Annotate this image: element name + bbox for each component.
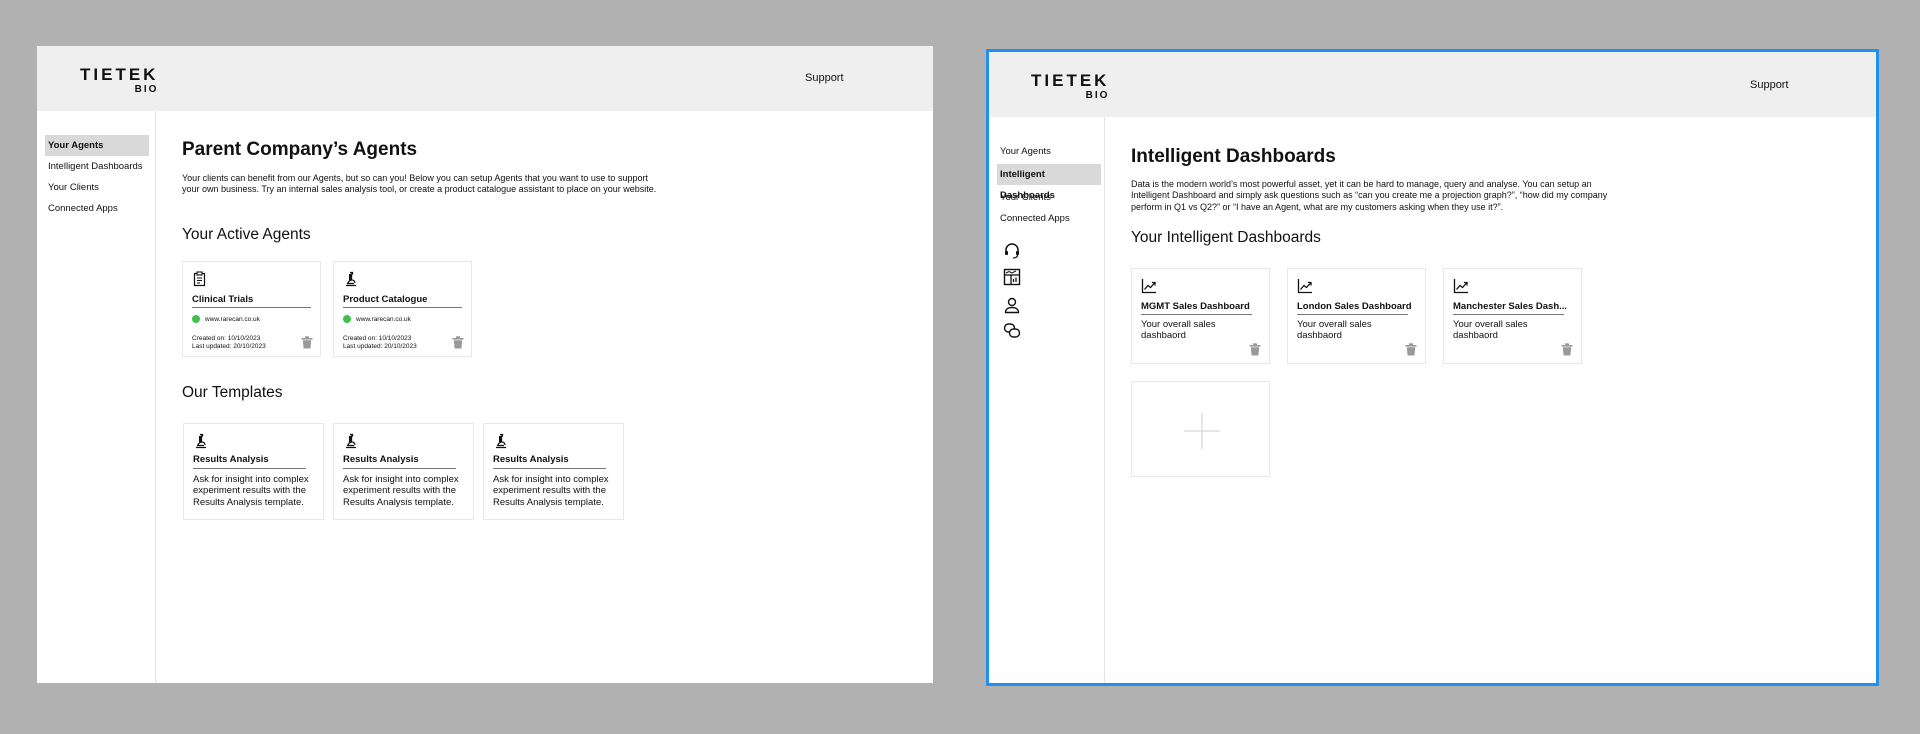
microscope-icon: [346, 271, 356, 287]
templates-heading: Our Templates: [182, 384, 283, 401]
sidebar-item-your-clients[interactable]: Your Clients: [997, 187, 1101, 208]
status-dot: [343, 315, 351, 323]
logo-wordmark: TIETEK: [80, 65, 159, 84]
active-agents-heading: Your Active Agents: [182, 226, 311, 243]
agent-dates: Created on: 10/10/2023 Last updated: 20/1…: [343, 335, 417, 351]
divider: [1141, 314, 1252, 315]
divider: [343, 468, 456, 469]
trend-chart-icon: [1297, 279, 1312, 294]
agent-title: Clinical Trials: [192, 294, 254, 305]
logo[interactable]: TIETEK BIO: [1031, 72, 1109, 101]
microscope-icon: [496, 433, 506, 449]
support-link[interactable]: Support: [805, 72, 844, 84]
user-icon[interactable]: [1003, 296, 1021, 314]
trend-chart-icon: [1453, 279, 1468, 294]
dashboard-title: London Sales Dashboard: [1297, 301, 1412, 312]
dashboard-description: Your overall sales dashbaord: [1141, 319, 1216, 342]
support-link[interactable]: Support: [1750, 79, 1789, 91]
agent-site[interactable]: www.rarecan.co.uk: [192, 315, 260, 323]
dashboard-title: MGMT Sales Dashboard: [1141, 301, 1250, 312]
add-dashboard-button[interactable]: [1131, 381, 1270, 477]
trash-icon[interactable]: [1249, 343, 1261, 356]
logo[interactable]: TIETEK BIO: [80, 66, 158, 95]
dashboard-title: Manchester Sales Dash...: [1453, 301, 1568, 312]
agent-site-url: www.rarecan.co.uk: [356, 315, 411, 323]
sidebar-item-intelligent-dashboards[interactable]: Intelligent Dashboards: [997, 164, 1101, 201]
trash-icon[interactable]: [1405, 343, 1417, 356]
microscope-icon: [346, 433, 356, 449]
divider: [1297, 314, 1408, 315]
template-title: Results Analysis: [493, 454, 569, 465]
dashboard-card-manchester[interactable]: Manchester Sales Dash... Your overall sa…: [1443, 268, 1582, 364]
updated-date: Last updated: 20/10/2023: [343, 343, 417, 351]
headset-icon[interactable]: [1003, 242, 1021, 260]
template-title: Results Analysis: [193, 454, 269, 465]
logo-sub: BIO: [1085, 90, 1110, 101]
page-title: Parent Company’s Agents: [182, 139, 418, 160]
page-description: Data is the modern world’s most powerful…: [1131, 179, 1608, 212]
agent-dates: Created on: 10/10/2023 Last updated: 20/1…: [192, 335, 266, 351]
sidebar-item-connected-apps[interactable]: Connected Apps: [997, 208, 1101, 229]
agent-card-clinical-trials[interactable]: Clinical Trials www.rarecan.co.uk Create…: [182, 261, 321, 357]
plus-icon: [1184, 413, 1220, 449]
template-card[interactable]: Results Analysis Ask for insight into co…: [333, 423, 474, 520]
template-title: Results Analysis: [343, 454, 419, 465]
status-dot: [192, 315, 200, 323]
sidebar-item-your-agents[interactable]: Your Agents: [45, 135, 149, 156]
sidebar-item-intelligent-dashboards[interactable]: Intelligent Dashboards: [45, 156, 149, 177]
page-description: Your clients can benefit from our Agents…: [182, 173, 657, 195]
template-description: Ask for insight into complex experiment …: [193, 474, 309, 508]
sidebar-item-your-clients[interactable]: Your Clients: [45, 177, 149, 198]
dashboards-screen: TIETEK BIO Support Your Agents Intellige…: [986, 49, 1879, 686]
divider: [193, 468, 306, 469]
header: TIETEK BIO Support: [37, 46, 933, 111]
sidebar: Your Agents Intelligent Dashboards Your …: [989, 117, 1105, 683]
template-description: Ask for insight into complex experiment …: [343, 474, 459, 508]
agent-card-product-catalogue[interactable]: Product Catalogue www.rarecan.co.uk Crea…: [333, 261, 472, 357]
created-date: Created on: 10/10/2023: [343, 335, 412, 342]
divider: [493, 468, 606, 469]
template-card[interactable]: Results Analysis Ask for insight into co…: [483, 423, 624, 520]
created-date: Created on: 10/10/2023: [192, 335, 261, 342]
trash-icon[interactable]: [1561, 343, 1573, 356]
sidebar-item-your-agents[interactable]: Your Agents: [997, 141, 1101, 162]
template-description: Ask for insight into complex experiment …: [493, 474, 609, 508]
trend-chart-icon: [1141, 279, 1156, 294]
agent-site-url: www.rarecan.co.uk: [205, 315, 260, 323]
clipboard-icon: [193, 271, 206, 287]
logo-sub: BIO: [134, 84, 159, 95]
divider: [192, 307, 311, 308]
dashboards-heading: Your Intelligent Dashboards: [1131, 229, 1321, 246]
divider: [1453, 314, 1564, 315]
dashboard-description: Your overall sales dashbaord: [1453, 319, 1528, 342]
logo-wordmark: TIETEK: [1031, 71, 1110, 90]
updated-date: Last updated: 20/10/2023: [192, 343, 266, 351]
sidebar-item-connected-apps[interactable]: Connected Apps: [45, 198, 149, 219]
agent-title: Product Catalogue: [343, 294, 428, 305]
sidebar: Your Agents Intelligent Dashboards Your …: [37, 111, 156, 683]
agent-site[interactable]: www.rarecan.co.uk: [343, 315, 411, 323]
microscope-icon: [196, 433, 206, 449]
dashboard-card-mgmt[interactable]: MGMT Sales Dashboard Your overall sales …: [1131, 268, 1270, 364]
template-card[interactable]: Results Analysis Ask for insight into co…: [183, 423, 324, 520]
chat-icon[interactable]: [1003, 322, 1021, 340]
dashboard-description: Your overall sales dashbaord: [1297, 319, 1372, 342]
agents-screen: TIETEK BIO Support Your Agents Intellige…: [37, 46, 933, 683]
page-title: Intelligent Dashboards: [1131, 146, 1336, 167]
header: TIETEK BIO Support: [989, 52, 1876, 117]
trash-icon[interactable]: [301, 336, 313, 349]
dashboard-icon[interactable]: [1003, 268, 1021, 286]
dashboard-card-london[interactable]: London Sales Dashboard Your overall sale…: [1287, 268, 1426, 364]
divider: [343, 307, 462, 308]
trash-icon[interactable]: [452, 336, 464, 349]
